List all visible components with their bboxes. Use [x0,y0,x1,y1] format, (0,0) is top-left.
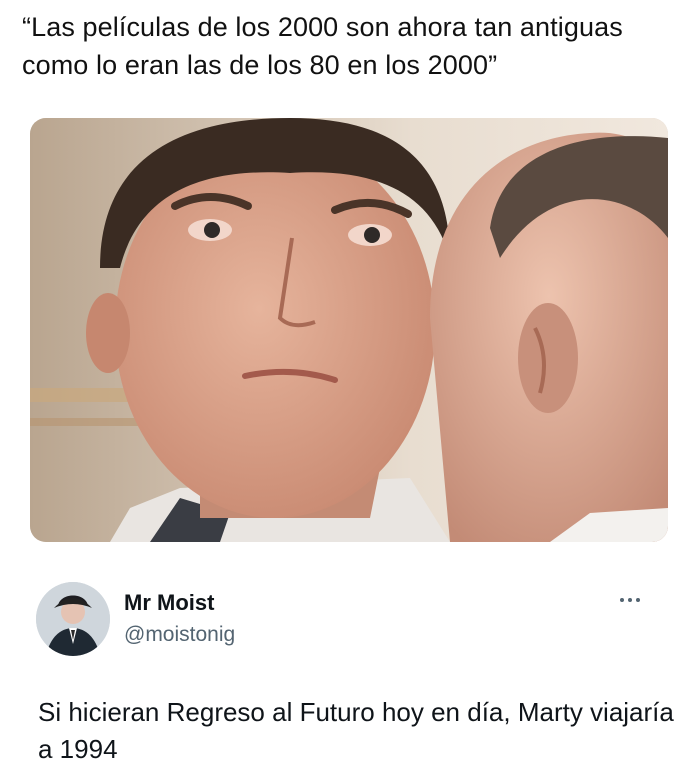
avatar[interactable] [36,582,110,656]
user-handle[interactable]: @moistonig [124,623,235,647]
meme-photo[interactable] [30,118,668,542]
tweet-card[interactable]: Mr Moist @moistonig Si hicieran Regreso … [0,566,700,775]
photo-two-men-illustration [30,118,668,542]
more-options-button[interactable] [612,586,648,614]
meme-caption: “Las películas de los 2000 son ahora tan… [22,12,623,80]
more-dots-icon [620,598,624,602]
more-dots-icon [628,598,632,602]
display-name[interactable]: Mr Moist [124,590,214,616]
avatar-man-in-suit-icon [36,582,110,656]
tweet-text: Si hicieran Regreso al Futuro hoy en día… [38,697,674,764]
more-dots-icon [636,598,640,602]
